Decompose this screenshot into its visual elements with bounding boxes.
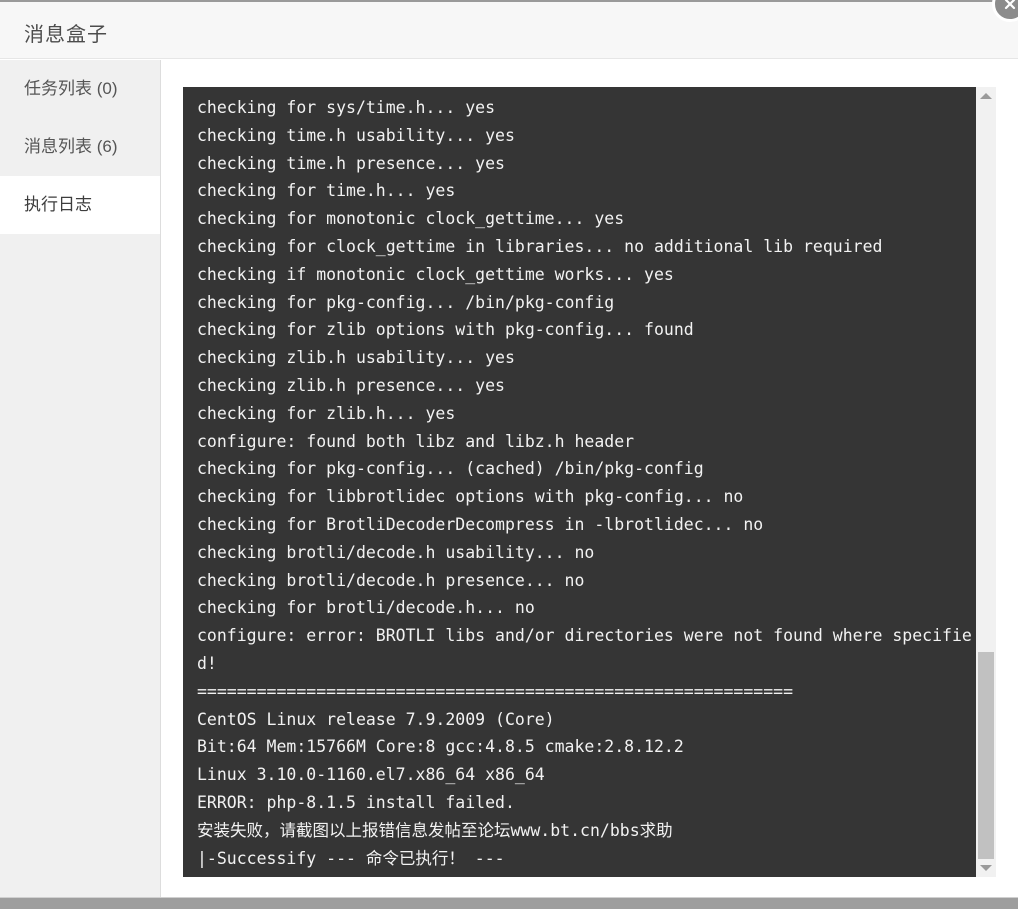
log-line: checking zlib.h usability... yes xyxy=(197,348,515,368)
scroll-down-button[interactable] xyxy=(976,859,996,877)
page-title: 消息盒子 xyxy=(24,24,108,46)
message-box-dialog: 消息盒子 任务列表 (0) 消息列表 (6) 执行日志 checking for… xyxy=(0,0,1018,909)
log-line: checking for monotonic clock_gettime... … xyxy=(197,209,625,229)
sidebar-item-execution-log[interactable]: 执行日志 xyxy=(0,176,160,234)
log-line: ========================================… xyxy=(197,681,794,701)
log-line: checking for pkg-config... /bin/pkg-conf… xyxy=(197,292,615,312)
chevron-down-icon xyxy=(980,865,992,871)
log-line: checking time.h presence... yes xyxy=(197,153,505,173)
log-line: configure: found both libz and libz.h he… xyxy=(197,431,635,451)
log-scrollbar[interactable] xyxy=(976,87,996,877)
sidebar-item-message-list[interactable]: 消息列表 (6) xyxy=(0,118,160,176)
log-line: checking for zlib.h... yes xyxy=(197,403,456,423)
chevron-up-icon xyxy=(980,93,992,99)
log-line: checking time.h usability... yes xyxy=(197,125,515,145)
log-line: checking zlib.h presence... yes xyxy=(197,375,505,395)
scrollbar-thumb[interactable] xyxy=(978,652,994,866)
execution-log-panel: checking for sys/time.h... yes checking t… xyxy=(183,87,996,877)
content-area: checking for sys/time.h... yes checking t… xyxy=(161,60,1018,897)
log-line: 安装失败，请截图以上报错信息发帖至论坛www.bt.cn/bbs求助 xyxy=(197,820,673,840)
log-output: checking for sys/time.h... yes checking t… xyxy=(183,87,976,877)
log-line: configure: error: BROTLI libs and/or dir… xyxy=(197,626,972,673)
log-line: checking brotli/decode.h presence... no xyxy=(197,570,585,590)
log-line: |-Successify --- 命令已执行！ --- xyxy=(197,848,505,868)
sidebar-item-task-list[interactable]: 任务列表 (0) xyxy=(0,60,160,118)
log-line: CentOS Linux release 7.9.2009 (Core) xyxy=(197,709,555,729)
log-line: checking for sys/time.h... yes xyxy=(197,98,496,117)
log-line: checking for brotli/decode.h... no xyxy=(197,598,535,618)
log-line: checking for zlib options with pkg-confi… xyxy=(197,320,694,340)
log-line: checking for BrotliDecoderDecompress in … xyxy=(197,514,764,534)
scroll-up-button[interactable] xyxy=(976,87,996,105)
log-line: checking for clock_gettime in libraries.… xyxy=(197,236,883,256)
log-line: Linux 3.10.0-1160.el7.x86_64 x86_64 xyxy=(197,765,545,785)
log-line: checking for pkg-config... (cached) /bin… xyxy=(197,459,704,479)
dialog-header: 消息盒子 xyxy=(0,2,1018,59)
log-line: checking brotli/decode.h usability... no xyxy=(197,542,595,562)
log-line: ERROR: php-8.1.5 install failed. xyxy=(197,792,515,812)
window-bottom-bar xyxy=(0,897,1018,909)
log-line: checking for time.h... yes xyxy=(197,181,456,201)
log-line: Bit:64 Mem:15766M Core:8 gcc:4.8.5 cmake… xyxy=(197,737,684,757)
log-line: checking for libbrotlidec options with p… xyxy=(197,487,744,507)
log-line: checking if monotonic clock_gettime work… xyxy=(197,264,674,284)
sidebar: 任务列表 (0) 消息列表 (6) 执行日志 xyxy=(0,60,161,897)
